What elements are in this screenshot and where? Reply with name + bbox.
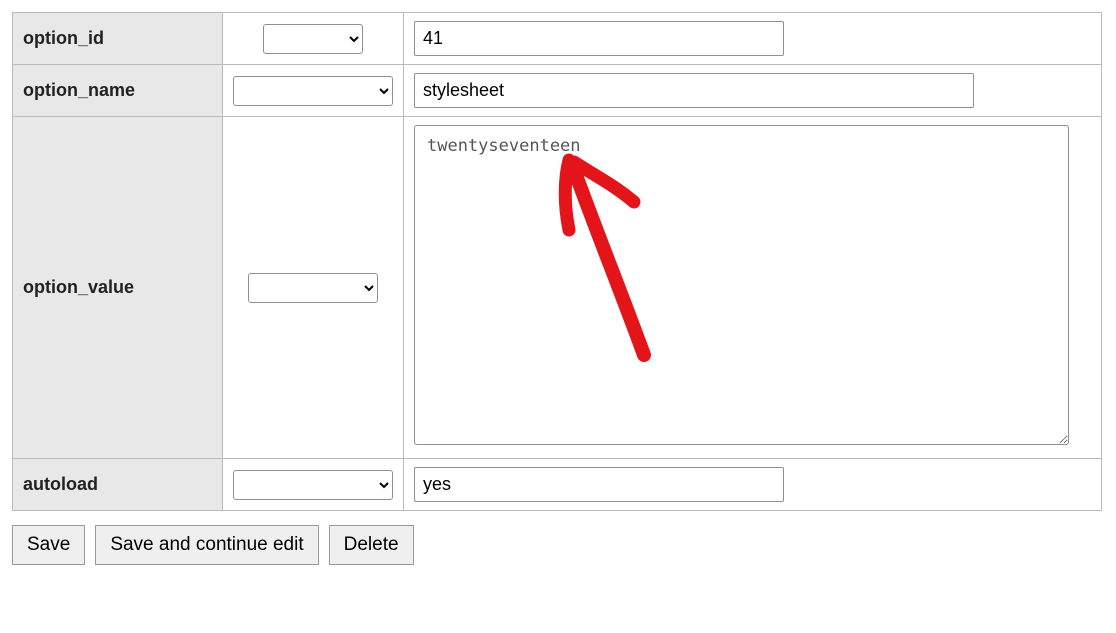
function-select-option-value[interactable]	[248, 273, 378, 303]
label-option-id: option_id	[13, 13, 223, 65]
save-and-continue-button[interactable]: Save and continue edit	[95, 525, 318, 565]
input-option-name[interactable]	[414, 73, 974, 108]
label-autoload: autoload	[13, 459, 223, 511]
row-autoload: autoload	[13, 459, 1102, 511]
delete-button[interactable]: Delete	[329, 525, 414, 565]
save-button[interactable]: Save	[12, 525, 85, 565]
edit-row-table: option_id option_name option_value	[12, 12, 1102, 511]
function-select-autoload[interactable]	[233, 470, 393, 500]
textarea-option-value[interactable]	[414, 125, 1069, 445]
label-option-value: option_value	[13, 117, 223, 459]
function-select-option-name[interactable]	[233, 76, 393, 106]
function-select-option-id[interactable]	[263, 24, 363, 54]
action-buttons: Save Save and continue edit Delete	[12, 525, 1104, 565]
row-option-id: option_id	[13, 13, 1102, 65]
input-option-id[interactable]	[414, 21, 784, 56]
row-option-value: option_value	[13, 117, 1102, 459]
row-option-name: option_name	[13, 65, 1102, 117]
label-option-name: option_name	[13, 65, 223, 117]
input-autoload[interactable]	[414, 467, 784, 502]
